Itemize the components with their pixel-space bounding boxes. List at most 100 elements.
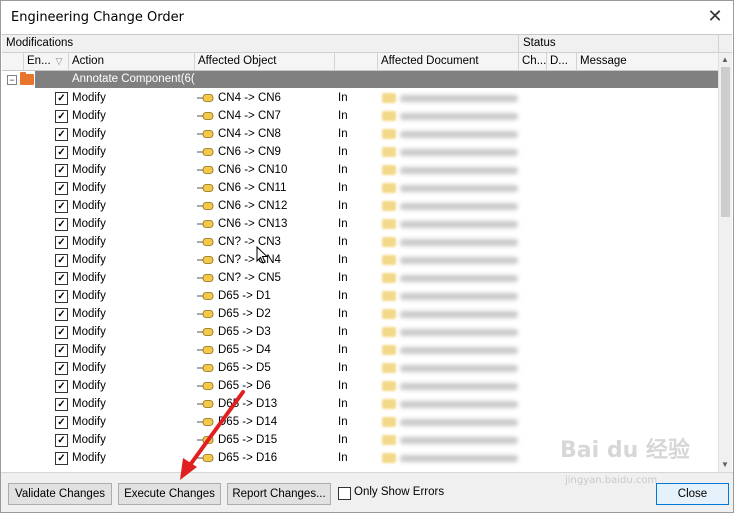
table-row[interactable]: ✓ Modify D65 -> D14 In — [2, 413, 719, 431]
col-action[interactable]: Action — [69, 53, 195, 70]
enable-checkbox[interactable]: ✓ — [55, 164, 68, 177]
report-changes-button[interactable]: Report Changes... — [227, 483, 331, 505]
close-icon[interactable]: ✕ — [703, 5, 727, 29]
component-icon — [197, 166, 214, 174]
in-label: In — [338, 398, 348, 410]
filter-icon[interactable]: ▽ — [56, 56, 63, 66]
annotate-group-row[interactable]: − Annotate Component(6( — [2, 71, 719, 88]
in-label: In — [338, 290, 348, 302]
table-row[interactable]: ✓ Modify CN6 -> CN11 In — [2, 179, 719, 197]
table-row[interactable]: ✓ Modify CN6 -> CN12 In — [2, 197, 719, 215]
affected-object-cell: D65 -> D5 — [218, 362, 271, 374]
col-enable[interactable]: En... ▽ — [24, 53, 69, 70]
affected-document-cell — [400, 365, 518, 372]
enable-checkbox[interactable]: ✓ — [55, 110, 68, 123]
enable-checkbox[interactable]: ✓ — [55, 308, 68, 321]
enable-checkbox[interactable]: ✓ — [55, 416, 68, 429]
table-row[interactable]: ✓ Modify CN6 -> CN13 In — [2, 215, 719, 233]
affected-object-cell: CN6 -> CN9 — [218, 146, 281, 158]
table-row[interactable]: ✓ Modify D65 -> D4 In — [2, 341, 719, 359]
table-row[interactable]: ✓ Modify CN? -> CN3 In — [2, 233, 719, 251]
action-cell: Modify — [72, 128, 106, 140]
table-row[interactable]: ✓ Modify D65 -> D2 In — [2, 305, 719, 323]
table-row[interactable]: ✓ Modify CN6 -> CN9 In — [2, 143, 719, 161]
document-icon — [382, 129, 396, 139]
table-row[interactable]: ✓ Modify CN6 -> CN10 In — [2, 161, 719, 179]
in-label: In — [338, 200, 348, 212]
component-icon — [197, 292, 214, 300]
enable-checkbox[interactable]: ✓ — [55, 326, 68, 339]
col-blank — [2, 53, 24, 70]
enable-checkbox[interactable]: ✓ — [55, 362, 68, 375]
affected-document-cell — [400, 131, 518, 138]
column-header-row: En... ▽ Action Affected Object Affected D… — [2, 53, 732, 71]
enable-checkbox[interactable]: ✓ — [55, 182, 68, 195]
enable-checkbox[interactable]: ✓ — [55, 452, 68, 465]
col-affected-document[interactable]: Affected Document — [378, 53, 519, 70]
affected-document-cell — [400, 113, 518, 120]
enable-checkbox[interactable]: ✓ — [55, 290, 68, 303]
in-label: In — [338, 110, 348, 122]
enable-checkbox[interactable]: ✓ — [55, 344, 68, 357]
enable-checkbox[interactable]: ✓ — [55, 128, 68, 141]
action-cell: Modify — [72, 326, 106, 338]
col-affected-object[interactable]: Affected Object — [195, 53, 335, 70]
table-row[interactable]: ✓ Modify CN? -> CN4 In — [2, 251, 719, 269]
component-icon — [197, 418, 214, 426]
table-row[interactable]: ✓ Modify CN? -> CN5 In — [2, 269, 719, 287]
group-left-cell: − — [2, 71, 35, 88]
scroll-up-icon[interactable]: ▲ — [721, 55, 729, 64]
action-cell: Modify — [72, 434, 106, 446]
enable-checkbox[interactable]: ✓ — [55, 200, 68, 213]
enable-checkbox[interactable]: ✓ — [55, 218, 68, 231]
col-done[interactable]: D... — [547, 53, 577, 70]
scroll-down-icon[interactable]: ▼ — [721, 460, 729, 469]
table-row[interactable]: ✓ Modify CN4 -> CN6 In — [2, 89, 719, 107]
action-cell: Modify — [72, 380, 106, 392]
enable-checkbox[interactable]: ✓ — [55, 92, 68, 105]
document-icon — [382, 111, 396, 121]
table-row[interactable]: ✓ Modify D65 -> D5 In — [2, 359, 719, 377]
only-show-errors-checkbox[interactable] — [338, 487, 351, 500]
vertical-scrollbar[interactable]: ▲ ▼ — [718, 53, 732, 472]
document-icon — [382, 165, 396, 175]
table-row[interactable]: ✓ Modify CN4 -> CN8 In — [2, 125, 719, 143]
in-label: In — [338, 434, 348, 446]
document-icon — [382, 309, 396, 319]
enable-checkbox[interactable]: ✓ — [55, 236, 68, 249]
action-cell: Modify — [72, 218, 106, 230]
enable-checkbox[interactable]: ✓ — [55, 254, 68, 267]
action-cell: Modify — [72, 236, 106, 248]
scroll-thumb[interactable] — [721, 67, 730, 217]
col-blank-2 — [335, 53, 378, 70]
affected-document-cell — [400, 95, 518, 102]
table-row[interactable]: ✓ Modify CN4 -> CN7 In — [2, 107, 719, 125]
collapse-icon[interactable]: − — [7, 75, 17, 85]
action-cell: Modify — [72, 164, 106, 176]
table-row[interactable]: ✓ Modify D65 -> D3 In — [2, 323, 719, 341]
document-icon — [382, 345, 396, 355]
validate-changes-button[interactable]: Validate Changes — [8, 483, 112, 505]
execute-changes-button[interactable]: Execute Changes — [118, 483, 221, 505]
enable-checkbox[interactable]: ✓ — [55, 272, 68, 285]
affected-object-cell: D65 -> D15 — [218, 434, 278, 446]
table-row[interactable]: ✓ Modify D65 -> D13 In — [2, 395, 719, 413]
table-row[interactable]: ✓ Modify D65 -> D6 In — [2, 377, 719, 395]
table-row[interactable]: ✓ Modify D65 -> D1 In — [2, 287, 719, 305]
enable-checkbox[interactable]: ✓ — [55, 434, 68, 447]
enable-checkbox[interactable]: ✓ — [55, 146, 68, 159]
enable-checkbox[interactable]: ✓ — [55, 380, 68, 393]
group-header-row: Modifications Status — [2, 35, 732, 53]
window-title: Engineering Change Order — [11, 10, 184, 25]
component-icon — [197, 382, 214, 390]
enable-checkbox[interactable]: ✓ — [55, 398, 68, 411]
affected-object-cell: D65 -> D2 — [218, 308, 271, 320]
col-check[interactable]: Ch... — [519, 53, 547, 70]
col-message[interactable]: Message — [577, 53, 719, 70]
component-icon — [197, 454, 214, 462]
document-icon — [382, 291, 396, 301]
action-cell: Modify — [72, 362, 106, 374]
action-cell: Modify — [72, 344, 106, 356]
action-cell: Modify — [72, 272, 106, 284]
component-icon — [197, 274, 214, 282]
